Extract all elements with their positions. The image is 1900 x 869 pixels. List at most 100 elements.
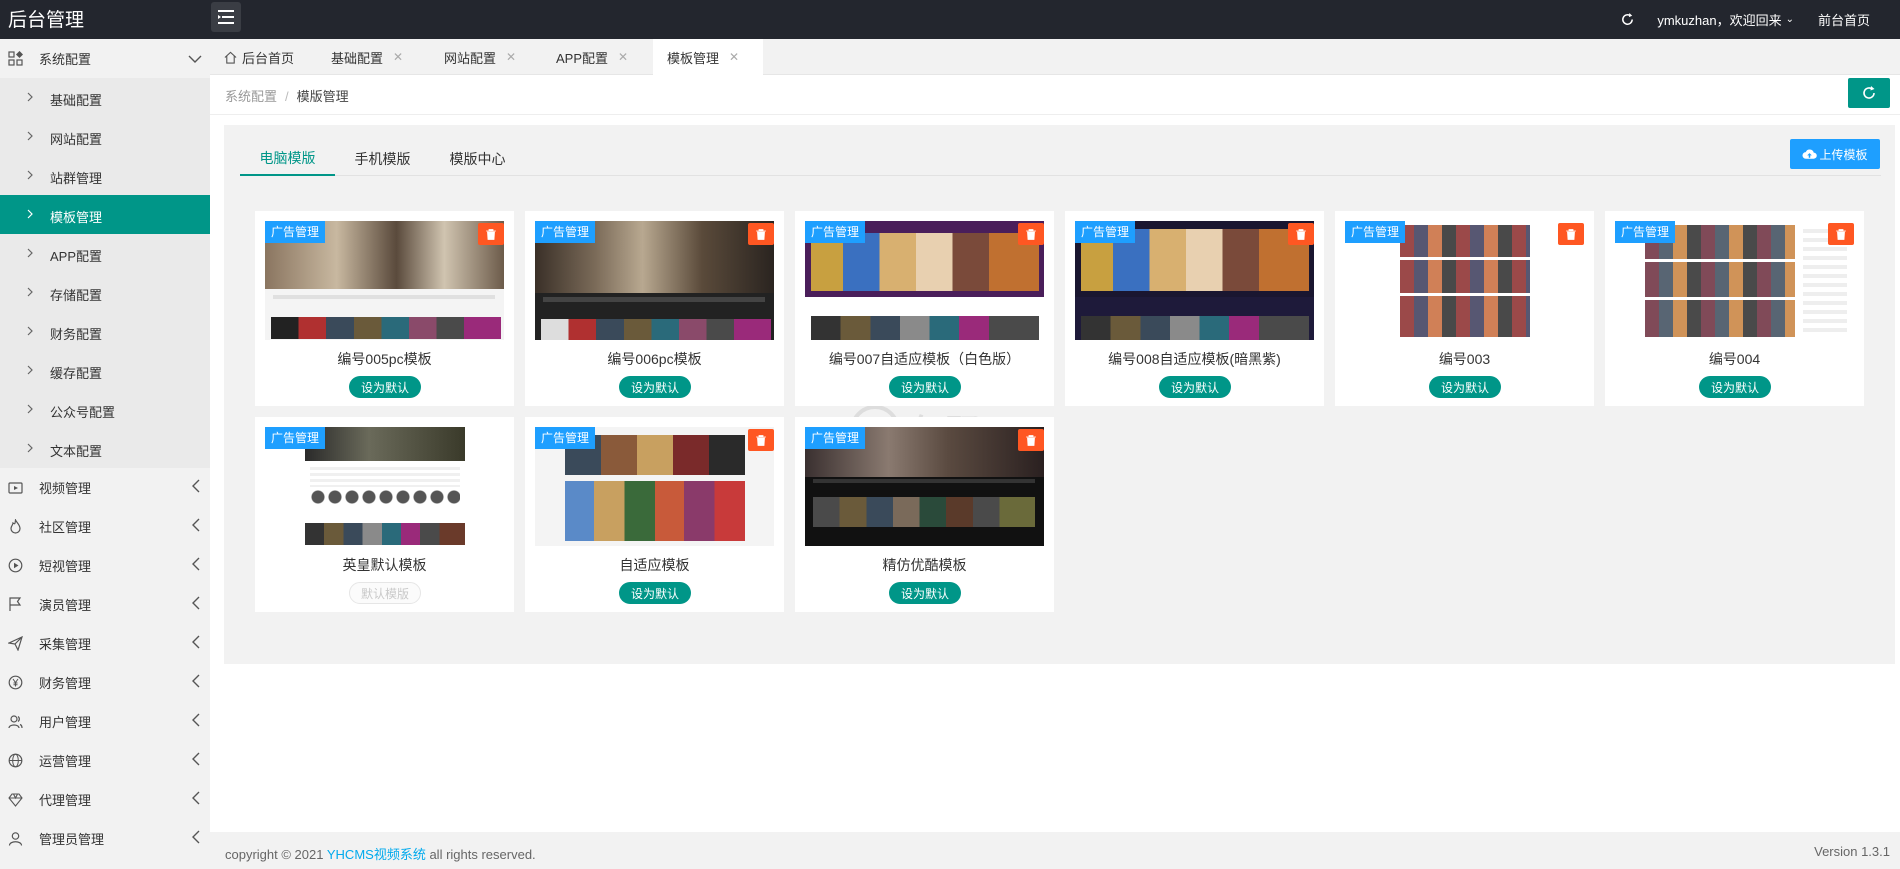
- chevron-right-icon: [27, 326, 33, 336]
- yhcms-link[interactable]: YHCMS视频系统: [327, 847, 426, 862]
- close-icon[interactable]: ✕: [618, 50, 628, 64]
- user-menu[interactable]: ymkuzhan，欢迎回来 ⌄: [1657, 10, 1794, 29]
- template-card: 广告管理 编号005pc模板 设为默认: [255, 211, 514, 406]
- sidebar-item-finance-config[interactable]: 财务配置: [0, 312, 210, 351]
- ad-manage-tag[interactable]: 广告管理: [805, 427, 866, 449]
- refresh-button[interactable]: [1848, 78, 1890, 108]
- sidebar-item-wechat-config[interactable]: 公众号配置: [0, 390, 210, 429]
- chevron-left-icon: [192, 518, 200, 532]
- globe-icon: [8, 753, 23, 768]
- ad-manage-tag[interactable]: 广告管理: [535, 427, 596, 449]
- sidebar-group-community[interactable]: 社区管理: [0, 507, 210, 546]
- close-icon[interactable]: ✕: [729, 50, 739, 64]
- ad-manage-tag[interactable]: 广告管理: [1615, 221, 1676, 243]
- sidebar-item-cache-config[interactable]: 缓存配置: [0, 351, 210, 390]
- sidebar-item-app-config[interactable]: APP配置: [0, 234, 210, 273]
- front-home-link[interactable]: 前台首页: [1818, 10, 1870, 29]
- sidebar-group-short-video[interactable]: 短视管理: [0, 546, 210, 585]
- delete-button[interactable]: [1018, 429, 1044, 451]
- sidebar-group-system-config[interactable]: 系统配置: [0, 39, 210, 78]
- sidebar-item-text-config[interactable]: 文本配置: [0, 429, 210, 468]
- set-default-button[interactable]: 设为默认: [889, 582, 961, 604]
- delete-button[interactable]: [748, 223, 774, 245]
- template-card: 广告管理 编号003 设为默认: [1335, 211, 1594, 406]
- template-name: 英皇默认模板: [342, 557, 427, 573]
- brand-title: 后台管理: [8, 10, 85, 31]
- template-card: 广告管理 编号008自适应模板(暗黑紫) 设为默认: [1065, 211, 1324, 406]
- set-default-button[interactable]: 设为默认: [619, 376, 691, 398]
- chevron-right-icon: [27, 404, 33, 414]
- sidebar-item-template-manage[interactable]: 模板管理: [0, 195, 210, 234]
- template-name: 编号007自适应模板（白色版）: [828, 351, 1021, 367]
- template-card: 广告管理 自适应模板 设为默认: [525, 417, 784, 612]
- template-card: 广告管理 英皇默认模板 默认模版: [255, 417, 514, 612]
- delete-button[interactable]: [1558, 223, 1584, 245]
- tab-pc-template[interactable]: 电脑模版: [240, 141, 335, 176]
- delete-button[interactable]: [748, 429, 774, 451]
- ad-manage-tag[interactable]: 广告管理: [265, 221, 326, 243]
- sidebar-group-collect[interactable]: 采集管理: [0, 624, 210, 663]
- sidebar-group-video[interactable]: 视频管理: [0, 468, 210, 507]
- chevron-left-icon: [192, 752, 200, 766]
- tab-site-config[interactable]: 网站配置 ✕: [444, 39, 516, 75]
- ad-manage-tag[interactable]: 广告管理: [1345, 221, 1406, 243]
- breadcrumb: 系统配置 / 模版管理: [225, 86, 349, 105]
- chevron-left-icon: [192, 830, 200, 844]
- delete-button[interactable]: [1288, 223, 1314, 245]
- breadcrumb-parent[interactable]: 系统配置: [225, 89, 277, 104]
- sidebar-group-actor[interactable]: 演员管理: [0, 585, 210, 624]
- set-default-button[interactable]: 设为默认: [889, 376, 961, 398]
- sidebar-item-basic-config[interactable]: 基础配置: [0, 78, 210, 117]
- ad-manage-tag[interactable]: 广告管理: [535, 221, 596, 243]
- sidebar-item-site-group[interactable]: 站群管理: [0, 156, 210, 195]
- video-icon: [8, 482, 23, 494]
- trash-icon: [756, 434, 766, 446]
- set-default-button[interactable]: 设为默认: [1429, 376, 1501, 398]
- chevron-down-icon: [188, 55, 202, 63]
- delete-button[interactable]: [1018, 223, 1044, 245]
- tab-mobile-template[interactable]: 手机模版: [335, 141, 430, 176]
- sidebar-group-admin[interactable]: 管理员管理: [0, 819, 210, 858]
- refresh-icon: [1621, 12, 1633, 25]
- tab-app-config[interactable]: APP配置 ✕: [556, 39, 628, 75]
- tab-basic-config[interactable]: 基础配置 ✕: [331, 39, 403, 75]
- set-default-button[interactable]: 设为默认: [1699, 376, 1771, 398]
- tab-template-center[interactable]: 模版中心: [430, 141, 525, 176]
- chevron-left-icon: [192, 557, 200, 571]
- refresh-page-button[interactable]: [1607, 12, 1647, 27]
- sidebar-group-agent[interactable]: 代理管理: [0, 780, 210, 819]
- template-name: 编号005pc模板: [337, 351, 432, 367]
- flag-icon: [9, 597, 22, 611]
- refresh-icon: [1863, 86, 1875, 99]
- sidebar-group-users[interactable]: 用户管理: [0, 702, 210, 741]
- set-default-button[interactable]: 设为默认: [349, 376, 421, 398]
- breadcrumb-bar: 系统配置 / 模版管理: [210, 75, 1900, 115]
- chevron-right-icon: [27, 287, 33, 297]
- ad-manage-tag[interactable]: 广告管理: [1075, 221, 1136, 243]
- sidebar-item-storage-config[interactable]: 存储配置: [0, 273, 210, 312]
- ad-manage-tag[interactable]: 广告管理: [265, 427, 326, 449]
- template-card: 广告管理 编号006pc模板 设为默认: [525, 211, 784, 406]
- sidebar-item-site-config[interactable]: 网站配置: [0, 117, 210, 156]
- apps-icon: [8, 51, 23, 66]
- set-default-button[interactable]: 设为默认: [1159, 376, 1231, 398]
- chevron-right-icon: [27, 131, 33, 141]
- tab-admin-home[interactable]: 后台首页: [224, 39, 294, 75]
- ad-manage-tag[interactable]: 广告管理: [805, 221, 866, 243]
- upload-template-button[interactable]: 上传模板: [1790, 139, 1880, 169]
- menu-toggle-button[interactable]: [211, 2, 241, 32]
- tab-template-manage[interactable]: 模板管理 ✕: [653, 39, 763, 75]
- close-icon[interactable]: ✕: [506, 50, 516, 64]
- delete-button[interactable]: [478, 223, 504, 245]
- chevron-right-icon: [27, 443, 33, 453]
- sidebar-group-operation[interactable]: 运营管理: [0, 741, 210, 780]
- close-icon[interactable]: ✕: [393, 50, 403, 64]
- set-default-button[interactable]: 设为默认: [619, 582, 691, 604]
- trash-icon: [756, 228, 766, 240]
- sidebar-group-finance[interactable]: 财务管理: [0, 663, 210, 702]
- chevron-right-icon: [27, 170, 33, 180]
- trash-icon: [1026, 228, 1036, 240]
- delete-button[interactable]: [1828, 223, 1854, 245]
- chevron-left-icon: [192, 596, 200, 610]
- chevron-left-icon: [192, 791, 200, 805]
